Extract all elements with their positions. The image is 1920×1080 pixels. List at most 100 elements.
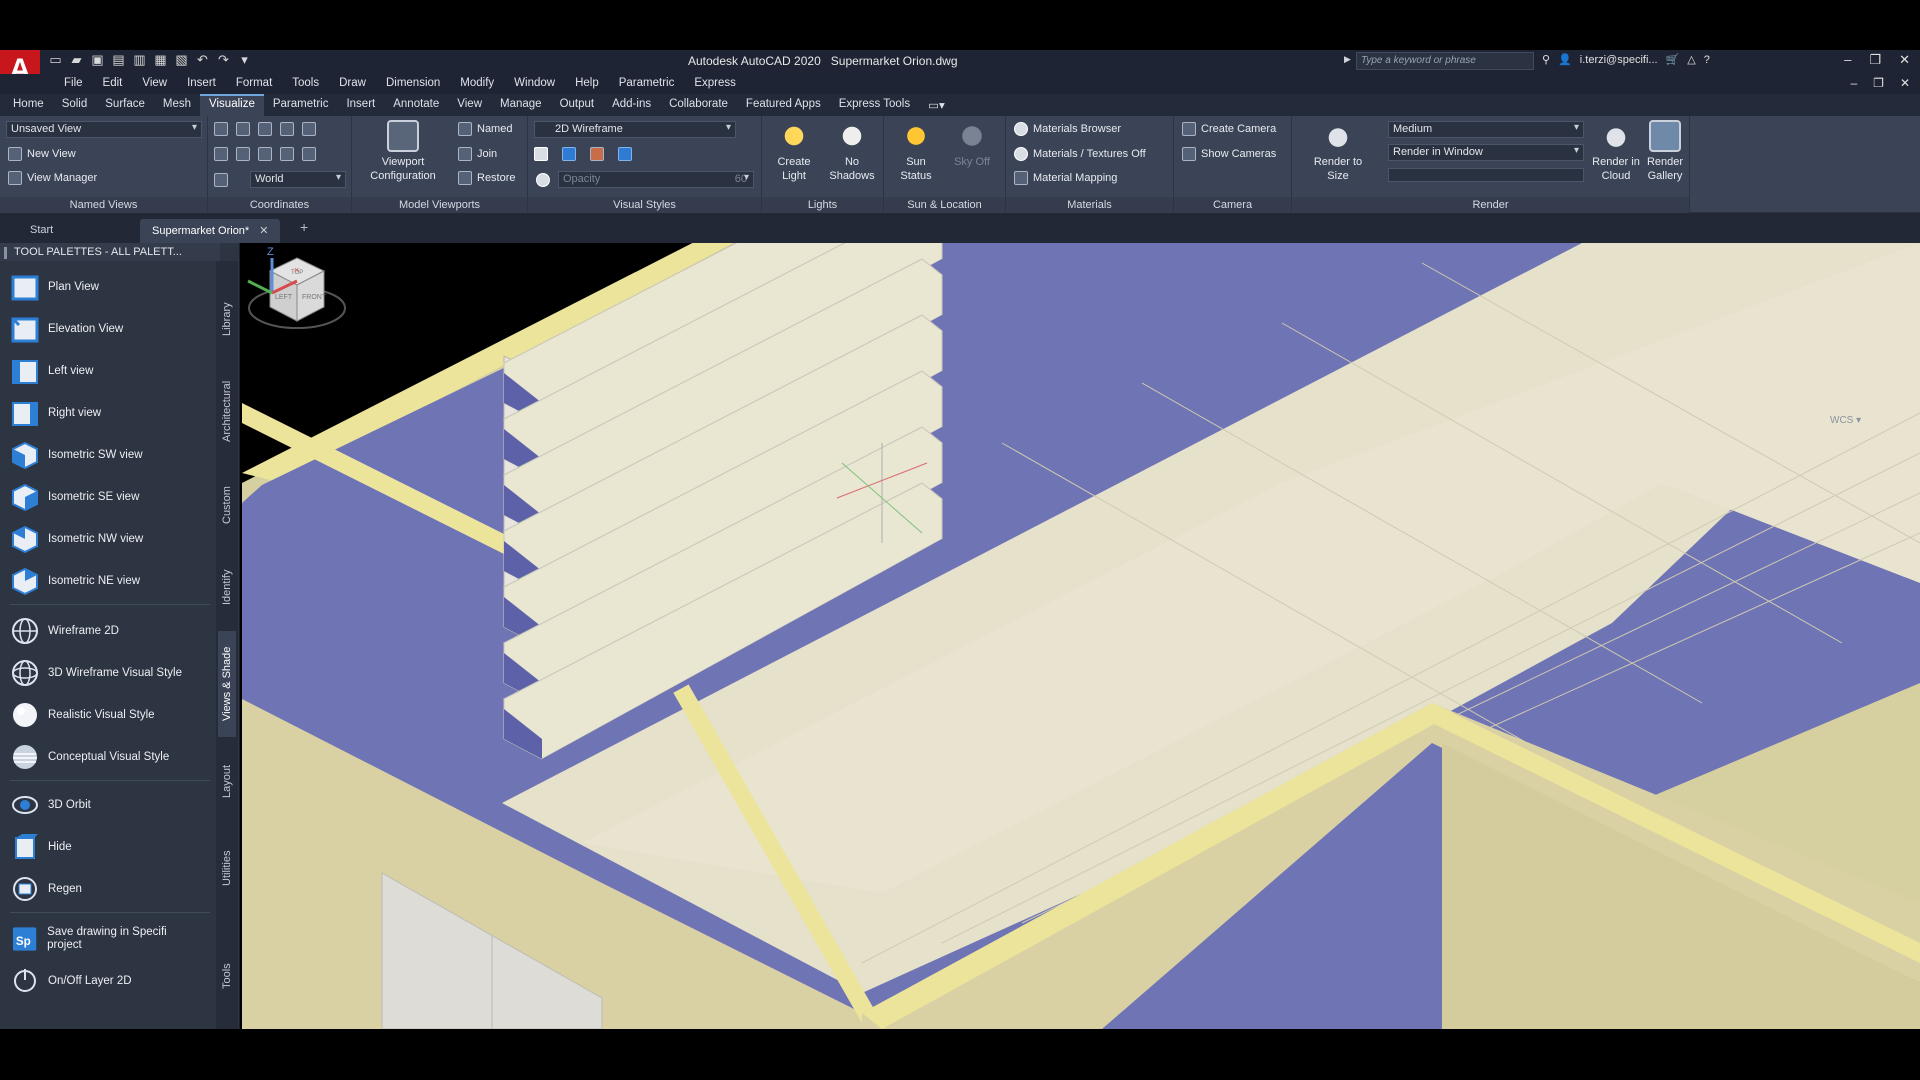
ucs-named-icon[interactable] [302,122,316,136]
tab-parametric[interactable]: Parametric [264,94,338,116]
side-tab-custom[interactable]: Custom [218,467,236,543]
opacity-icon[interactable] [536,173,550,187]
new-tab-icon[interactable]: + [300,219,308,235]
web-save-icon[interactable]: ▦ [153,52,168,67]
minimize-icon[interactable]: – [1844,52,1851,68]
tab-manage[interactable]: Manage [491,94,551,116]
doc-restore-icon[interactable]: ❐ [1873,76,1884,90]
render-target-combo[interactable]: Render in Window [1388,144,1584,161]
palette-item-iso-se[interactable]: Isometric SE view [10,480,139,514]
face-style-icon[interactable] [562,147,576,161]
ucs-x-icon[interactable] [280,122,294,136]
menu-file[interactable]: File [54,74,93,94]
user-icon[interactable]: 👤 [1558,53,1572,66]
palette-item-iso-ne[interactable]: Isometric NE view [10,564,140,598]
visual-style-combo[interactable]: 2D Wireframe [534,121,736,138]
palette-grip-icon[interactable] [4,247,7,259]
palette-item-wireframe-2d[interactable]: Wireframe 2D [10,614,119,648]
no-shadows-button[interactable]: No Shadows [824,120,880,183]
sky-off-button[interactable]: Sky Off [946,120,998,169]
join-viewports-button[interactable]: Join [458,147,497,161]
create-camera-button[interactable]: Create Camera [1182,122,1276,136]
menu-express[interactable]: Express [684,74,746,94]
search-input[interactable]: Type a keyword or phrase [1356,52,1534,70]
restore-icon[interactable]: ❐ [1869,52,1881,68]
tab-mesh[interactable]: Mesh [154,94,200,116]
tab-view[interactable]: View [448,94,491,116]
tab-visualize[interactable]: Visualize [200,94,264,116]
render-exposure-slider[interactable] [1388,168,1584,182]
side-tab-views-shade[interactable]: Views & Shade [218,631,236,737]
side-tab-identify[interactable]: Identify [218,547,236,627]
palette-item-wireframe-3d[interactable]: 3D Wireframe Visual Style [10,656,182,690]
tab-surface[interactable]: Surface [96,94,154,116]
palette-item-realistic[interactable]: Realistic Visual Style [10,698,155,732]
tab-express-tools[interactable]: Express Tools [830,94,919,116]
viewport-configuration-button[interactable]: Viewport Configuration [360,120,446,183]
side-tab-utilities[interactable]: Utilities [218,825,236,911]
doc-minimize-icon[interactable]: – [1850,76,1857,90]
menu-tools[interactable]: Tools [282,74,329,94]
menu-edit[interactable]: Edit [93,74,133,94]
palette-item-right-view[interactable]: Right view [10,396,101,430]
menu-window[interactable]: Window [504,74,565,94]
show-cameras-button[interactable]: Show Cameras [1182,147,1276,161]
side-tab-layout[interactable]: Layout [218,743,236,819]
user-name[interactable]: i.terzi@specifi... [1580,54,1658,66]
ucs-face-icon[interactable] [258,147,272,161]
tab-supermarket-orion[interactable]: Supermarket Orion* ✕ [140,219,281,243]
redo-icon[interactable]: ↷ [216,52,231,67]
sun-status-button[interactable]: Sun Status [890,120,942,183]
tab-annotate[interactable]: Annotate [384,94,448,116]
restore-viewports-button[interactable]: Restore [458,171,516,185]
ucs-y-icon[interactable] [280,147,294,161]
ucs-view-icon[interactable] [214,147,228,161]
close-tab-icon[interactable]: ✕ [259,225,268,237]
palette-item-regen[interactable]: Regen [10,872,82,906]
materials-browser-button[interactable]: Materials Browser [1014,122,1121,136]
tab-output[interactable]: Output [551,94,604,116]
palette-item-iso-nw[interactable]: Isometric NW view [10,522,143,556]
render-in-cloud-button[interactable]: Render in Cloud [1592,120,1640,183]
palette-header[interactable]: TOOL PALETTES - ALL PALETT... [0,243,220,261]
xray-icon[interactable] [590,147,604,161]
doc-close-icon[interactable]: ✕ [1900,76,1910,90]
tab-start[interactable]: Start [18,219,65,243]
ucs-3point-icon[interactable] [258,122,272,136]
menu-help[interactable]: Help [565,74,609,94]
palette-item-conceptual[interactable]: Conceptual Visual Style [10,740,169,774]
palette-item-specifi-save[interactable]: Sp Save drawing in Specifi project [10,922,200,956]
palette-item-layer-toggle[interactable]: On/Off Layer 2D [10,964,132,998]
drawing-viewport[interactable]: TOP LEFT FRONT WCS ▾ Z × [242,243,1920,1029]
close-icon[interactable]: ✕ [1899,52,1910,68]
ucs-icon-settings[interactable] [214,173,228,187]
save-icon[interactable]: ▣ [90,52,105,67]
menu-insert[interactable]: Insert [177,74,226,94]
render-quality-combo[interactable]: Medium [1388,121,1584,138]
palette-item-elevation-view[interactable]: Elevation View [10,312,123,346]
binoculars-icon[interactable]: ⚲ [1542,53,1550,66]
tab-insert[interactable]: Insert [337,94,384,116]
ucs-icon[interactable] [214,122,228,136]
view-manager-button[interactable]: View Manager [8,171,97,185]
ribbon-toggle-icon[interactable]: ▭▾ [919,94,954,116]
menu-modify[interactable]: Modify [450,74,504,94]
menu-parametric[interactable]: Parametric [609,74,685,94]
side-tab-architectural[interactable]: Architectural [218,361,236,461]
cart-icon[interactable]: 🛒 [1666,53,1680,66]
palette-item-left-view[interactable]: Left view [10,354,93,388]
web-open-icon[interactable]: ▥ [132,52,147,67]
undo-icon[interactable]: ↶ [195,52,210,67]
tab-home[interactable]: Home [4,94,53,116]
tab-solid[interactable]: Solid [53,94,97,116]
new-view-button[interactable]: New View [8,147,76,161]
menu-draw[interactable]: Draw [329,74,376,94]
render-to-size-button[interactable]: Render to Size [1302,120,1374,183]
tab-collaborate[interactable]: Collaborate [660,94,737,116]
opacity-slider[interactable]: Opacity 60 [558,171,754,188]
menu-dimension[interactable]: Dimension [376,74,450,94]
named-viewports-button[interactable]: Named [458,122,512,136]
create-light-button[interactable]: Create Light [768,120,820,183]
menu-view[interactable]: View [132,74,177,94]
open-file-icon[interactable]: ▰ [69,52,84,67]
